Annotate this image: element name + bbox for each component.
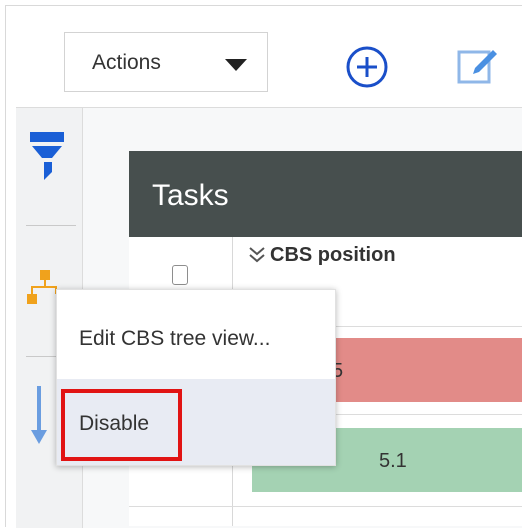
column-label: CBS position xyxy=(270,244,396,266)
sort-icon[interactable] xyxy=(31,386,47,451)
edit-icon xyxy=(457,50,497,84)
row-divider xyxy=(129,506,522,507)
caret-down-icon xyxy=(225,58,247,76)
filter-icon[interactable] xyxy=(30,132,64,185)
add-button[interactable] xyxy=(345,45,389,94)
actions-label: Actions xyxy=(92,51,161,74)
grid-title: Tasks xyxy=(152,179,229,212)
edit-button[interactable] xyxy=(455,44,499,93)
column-header-cbs-position[interactable]: CBS position xyxy=(248,244,396,269)
cell-value: 5.1 xyxy=(379,450,407,472)
select-all-checkbox[interactable] xyxy=(172,265,188,285)
chevrons-down-icon xyxy=(248,245,266,269)
plus-circle-icon xyxy=(346,46,388,88)
menu-item-edit-cbs-tree-view[interactable]: Edit CBS tree view... xyxy=(57,297,335,377)
highlight-annotation xyxy=(61,389,182,461)
menu-item-label: Edit CBS tree view... xyxy=(79,327,271,350)
rail-divider xyxy=(26,225,76,226)
actions-dropdown[interactable]: Actions xyxy=(64,32,268,92)
